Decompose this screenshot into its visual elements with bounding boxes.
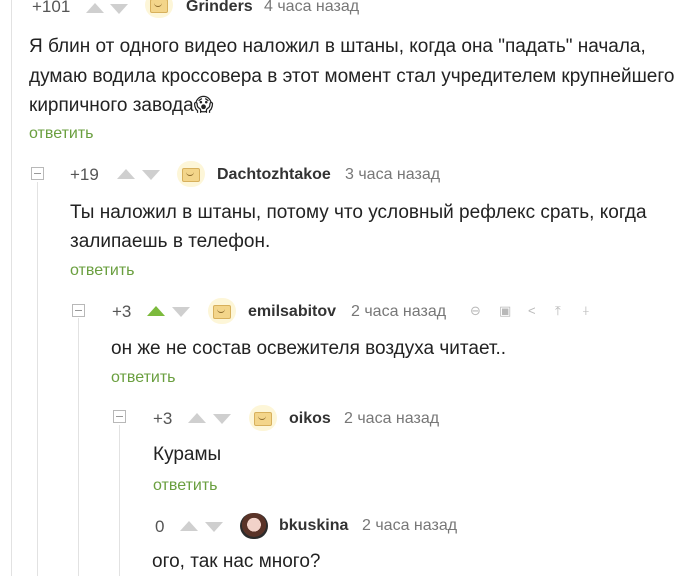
downvote-icon[interactable] <box>110 4 128 14</box>
save-icon[interactable]: ▣ <box>499 303 511 319</box>
reply-link[interactable]: ответить <box>153 477 218 495</box>
share-icon[interactable]: < <box>528 303 536 318</box>
comment-text-line: залипаешь в телефон. <box>70 231 271 252</box>
downvote-icon[interactable] <box>213 414 231 424</box>
downvote-icon[interactable] <box>205 522 223 532</box>
reply-link[interactable]: ответить <box>29 125 94 143</box>
collapse-toggle[interactable] <box>113 410 126 423</box>
comment-author[interactable]: Grinders <box>186 0 253 16</box>
collapse-toggle[interactable] <box>31 167 44 180</box>
comment-text-line: ого, так нас много? <box>152 551 321 572</box>
downvote-icon[interactable] <box>172 307 190 317</box>
upvote-icon[interactable] <box>86 3 104 13</box>
comment-time: 2 часа назад <box>344 410 440 427</box>
avatar[interactable] <box>177 161 205 187</box>
avatar[interactable] <box>145 0 173 18</box>
comment-author[interactable]: emilsabitov <box>248 303 336 321</box>
comment-score: +19 <box>70 165 99 184</box>
comment-text-line: он же не состав освежителя воздуха читае… <box>111 338 507 359</box>
comment-time: 2 часа назад <box>362 517 458 534</box>
reply-link[interactable]: ответить <box>111 369 176 387</box>
collapse-toggle[interactable] <box>72 304 85 317</box>
upvote-icon[interactable] <box>147 306 165 316</box>
thread-line <box>11 0 12 576</box>
comment-author[interactable]: bkuskina <box>279 517 348 535</box>
reply-link[interactable]: ответить <box>70 262 135 280</box>
comment-score: +3 <box>112 302 132 321</box>
more-icon[interactable]: ⍭ <box>582 303 590 319</box>
upvote-icon[interactable] <box>117 169 135 179</box>
comment-time: 2 часа назад <box>351 303 447 320</box>
comment-text-line: Я блин от одного видео наложил в штаны, … <box>29 36 646 57</box>
comment-author[interactable]: oikos <box>289 410 331 428</box>
avatar[interactable] <box>249 405 277 431</box>
avatar[interactable] <box>240 513 268 539</box>
comment-text-line: Ты наложил в штаны, потому что условный … <box>70 202 647 223</box>
link-icon[interactable]: ⊖ <box>470 303 481 319</box>
avatar[interactable] <box>208 298 236 324</box>
comment-score: 0 <box>155 517 165 536</box>
thread-line <box>119 425 120 576</box>
comment-text-line: кирпичного завода😱 <box>29 95 214 116</box>
comment-time: 3 часа назад <box>345 166 441 183</box>
comment-text-line: Курамы <box>153 444 222 465</box>
upvote-icon[interactable] <box>188 413 206 423</box>
comment-time: 4 часа назад <box>264 0 360 15</box>
thread-line <box>37 182 38 576</box>
to-top-icon[interactable]: ⤒ <box>555 303 561 319</box>
comment-author[interactable]: Dachtozhtakoe <box>217 166 331 184</box>
comment-score: +3 <box>153 409 173 428</box>
comment-score: +101 <box>32 0 71 16</box>
thread-line <box>78 318 79 576</box>
downvote-icon[interactable] <box>142 170 160 180</box>
upvote-icon[interactable] <box>180 521 198 531</box>
comment-text-line: думаю водила кроссовера в этот момент ст… <box>29 66 675 87</box>
